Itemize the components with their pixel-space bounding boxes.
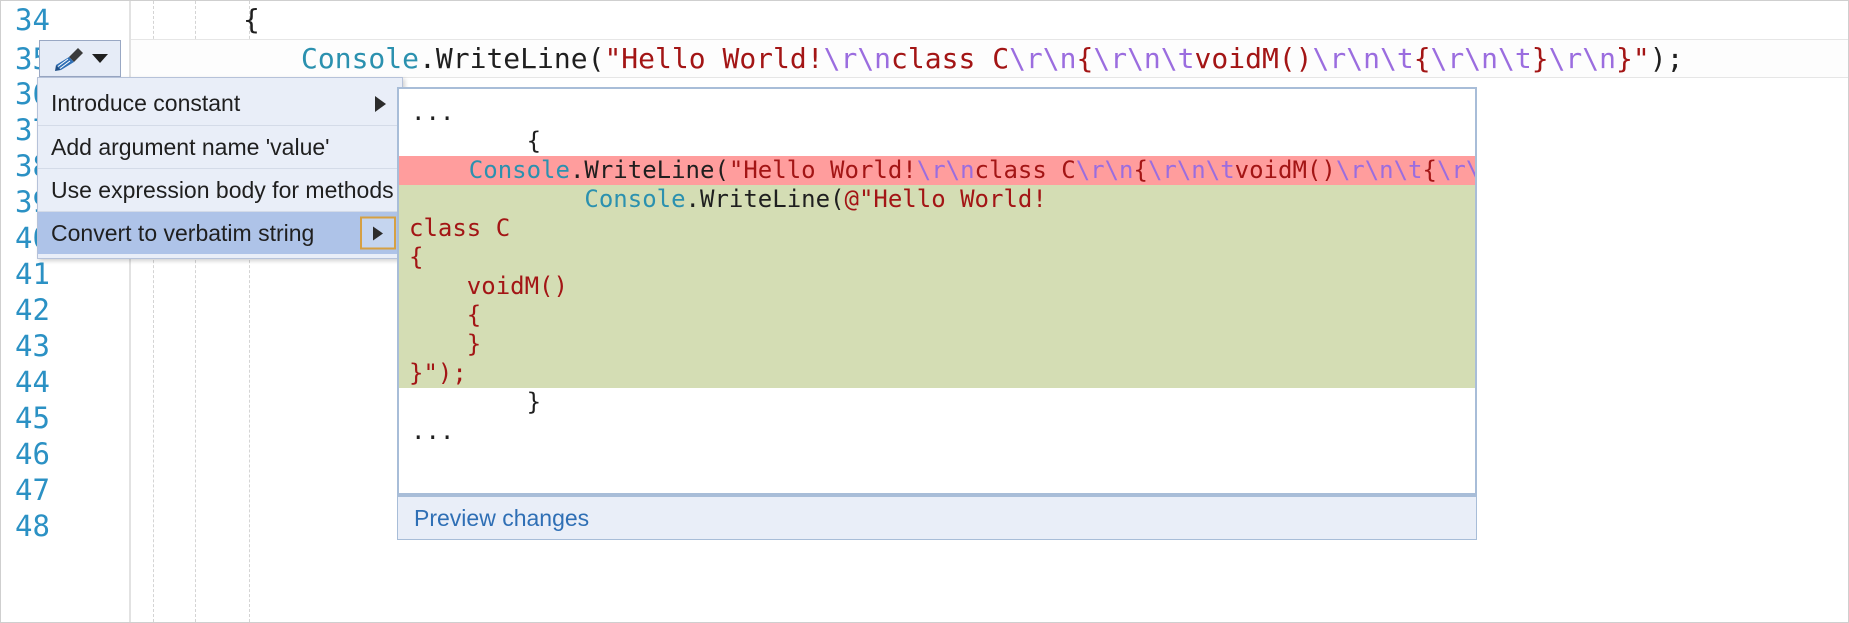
token-string: { (1076, 42, 1094, 75)
token-escape: \r\n (1009, 42, 1077, 75)
token-string: "Hello World! (604, 42, 824, 75)
preview-added-line: { (399, 243, 1475, 272)
screwdriver-quick-actions-icon (55, 47, 83, 71)
token-string: class C (891, 42, 1010, 75)
line-number: 45 (15, 401, 50, 435)
menu-item-label: Add argument name 'value' (51, 133, 330, 160)
token-string: } (409, 330, 482, 358)
token-escape: \r\n\t (1335, 156, 1423, 184)
token-dot: . (685, 185, 700, 213)
token-dot: . (419, 42, 436, 75)
line-number: 34 (15, 3, 50, 37)
token-string: { (1422, 156, 1437, 184)
menu-item-label: Use expression body for methods (51, 176, 394, 203)
token-string: { (409, 243, 424, 271)
token-escape: \r\n\t (1312, 42, 1414, 75)
token-type: Console (584, 185, 686, 213)
preview-ellipsis-top: ... (411, 98, 455, 126)
chevron-down-icon (92, 54, 108, 63)
line-number: 48 (15, 509, 50, 543)
token-escape: \r\n\t (1430, 42, 1532, 75)
menu-item-introduce-constant[interactable]: Introduce constant (38, 82, 402, 125)
token-string: " (1632, 42, 1650, 75)
preview-changes-link[interactable]: Preview changes (414, 505, 589, 532)
token-string: voidM() (1234, 156, 1336, 184)
code-line-34: { (243, 3, 260, 36)
quick-actions-button[interactable] (39, 40, 121, 77)
token-string: voidM() (1194, 42, 1313, 75)
quick-actions-menu[interactable]: Introduce constant Add argument name 'va… (37, 77, 403, 259)
menu-item-use-expression-body[interactable]: Use expression body for methods (38, 168, 402, 211)
preview-added-line: { (399, 301, 1475, 330)
token-escape: \r\n (1075, 156, 1134, 184)
chevron-right-icon (375, 95, 386, 112)
token-escape: \r\n\t (1436, 156, 1477, 184)
token-paren: ( (830, 185, 845, 213)
menu-item-label: Introduce constant (51, 90, 241, 116)
preview-added-line: voidM() (399, 272, 1475, 301)
menu-item-convert-to-verbatim-string[interactable]: Convert to verbatim string (38, 211, 402, 254)
token-escape: \r\n (823, 42, 892, 75)
line-number: 43 (15, 329, 50, 363)
preview-added-line: } (399, 330, 1475, 359)
line-number: 44 (15, 365, 50, 399)
token-string: class C (409, 214, 511, 242)
preview-added-line: Console.WriteLine(@"Hello World! (399, 185, 1475, 214)
preview-brace-open: { (411, 127, 542, 155)
chevron-right-icon (373, 226, 383, 240)
preview-removed-line: Console.WriteLine("Hello World!\r\nclass… (399, 156, 1475, 185)
token-string: } (1616, 42, 1633, 75)
code-line-35: Console.WriteLine("Hello World!\r\nclass… (301, 42, 1683, 76)
token-escape: \r\n\t (1147, 156, 1235, 184)
preview-added-line: }"); (399, 359, 1475, 388)
token-string: { (1413, 42, 1431, 75)
token-string: } (1531, 42, 1549, 75)
token-type: Console (301, 42, 420, 75)
token-string: voidM() (409, 272, 568, 300)
preview-ellipsis-bottom: ... (411, 417, 455, 445)
token-paren: ( (714, 156, 729, 184)
token-escape: \r\n\t (1093, 42, 1195, 75)
menu-item-add-argument-name[interactable]: Add argument name 'value' (38, 125, 402, 168)
preview-panel: ... { Console.WriteLine("Hello World!\r\… (397, 87, 1477, 495)
preview-footer: Preview changes (397, 495, 1477, 540)
token-string: "Hello World! (728, 156, 917, 184)
quick-actions-screen: 34 35 36 37 38 39 40 41 42 43 44 45 46 4… (0, 0, 1849, 623)
token-escape: \r\n (916, 156, 975, 184)
line-number: 41 (15, 257, 50, 291)
token-paren: ( (587, 42, 605, 75)
token-dot: . (569, 156, 585, 184)
menu-item-label: Convert to verbatim string (51, 219, 315, 246)
token-string: }"); (409, 359, 467, 387)
token-string: class C (974, 156, 1076, 184)
submenu-expand-button[interactable] (360, 216, 396, 250)
line-number: 47 (15, 473, 50, 507)
token-type: Console (468, 156, 570, 184)
token-method: WriteLine (700, 185, 831, 213)
token-method: WriteLine (435, 42, 588, 75)
preview-added-line: class C (399, 214, 1475, 243)
token-string: { (409, 301, 482, 329)
token-string: { (1133, 156, 1148, 184)
token-paren: ); (1649, 42, 1684, 75)
line-number: 42 (15, 293, 50, 327)
line-number: 46 (15, 437, 50, 471)
token-method: WriteLine (584, 156, 715, 184)
token-string: @"Hello World! (844, 185, 1047, 213)
token-escape: \r\n (1548, 42, 1616, 75)
preview-brace-close: } (411, 388, 542, 416)
